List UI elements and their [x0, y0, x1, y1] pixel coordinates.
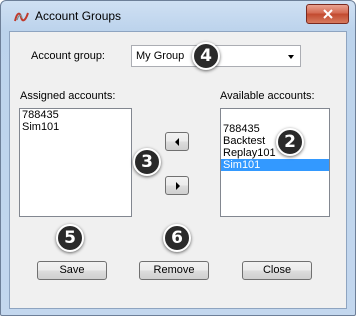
assigned-accounts-list[interactable]: 788435 Sim101	[19, 108, 132, 217]
callout-badge-6: 6	[163, 224, 191, 252]
arrow-left-icon	[175, 138, 179, 146]
app-logo-icon	[14, 12, 29, 22]
callout-badge-5: 5	[56, 224, 84, 252]
close-button[interactable]: Close	[242, 261, 312, 280]
list-item[interactable]: Sim101	[20, 121, 131, 133]
available-accounts-label: Available accounts:	[220, 90, 315, 102]
close-icon	[322, 9, 333, 19]
arrow-right-icon	[176, 182, 180, 190]
list-item[interactable]: Sim101	[221, 159, 329, 171]
account-group-label: Account group:	[31, 50, 105, 62]
assigned-accounts-label: Assigned accounts:	[20, 90, 116, 102]
account-groups-window: Account Groups Account group: My Group A…	[0, 0, 356, 316]
window-title: Account Groups	[35, 9, 122, 23]
callout-badge-4: 4	[192, 42, 220, 70]
save-button[interactable]: Save	[37, 261, 107, 280]
window-close-button[interactable]	[306, 4, 349, 24]
list-item[interactable]: 788435	[20, 109, 131, 121]
title-bar[interactable]: Account Groups	[1, 1, 355, 31]
list-item[interactable]: Replay101	[221, 147, 329, 159]
list-item[interactable]: 788435	[221, 123, 329, 135]
remove-button[interactable]: Remove	[139, 261, 209, 280]
move-to-available-button[interactable]	[165, 176, 189, 195]
callout-badge-3: 3	[133, 148, 161, 176]
list-item[interactable]: Backtest	[221, 135, 329, 147]
dialog-body: Account group: My Group Assigned account…	[9, 31, 347, 309]
move-to-assigned-button[interactable]	[165, 132, 189, 151]
callout-badge-2: 2	[276, 128, 304, 156]
available-accounts-list[interactable]: 788435 Backtest Replay101 Sim101	[220, 108, 330, 217]
chevron-down-icon[interactable]	[288, 55, 294, 59]
account-group-value: My Group	[136, 50, 185, 62]
